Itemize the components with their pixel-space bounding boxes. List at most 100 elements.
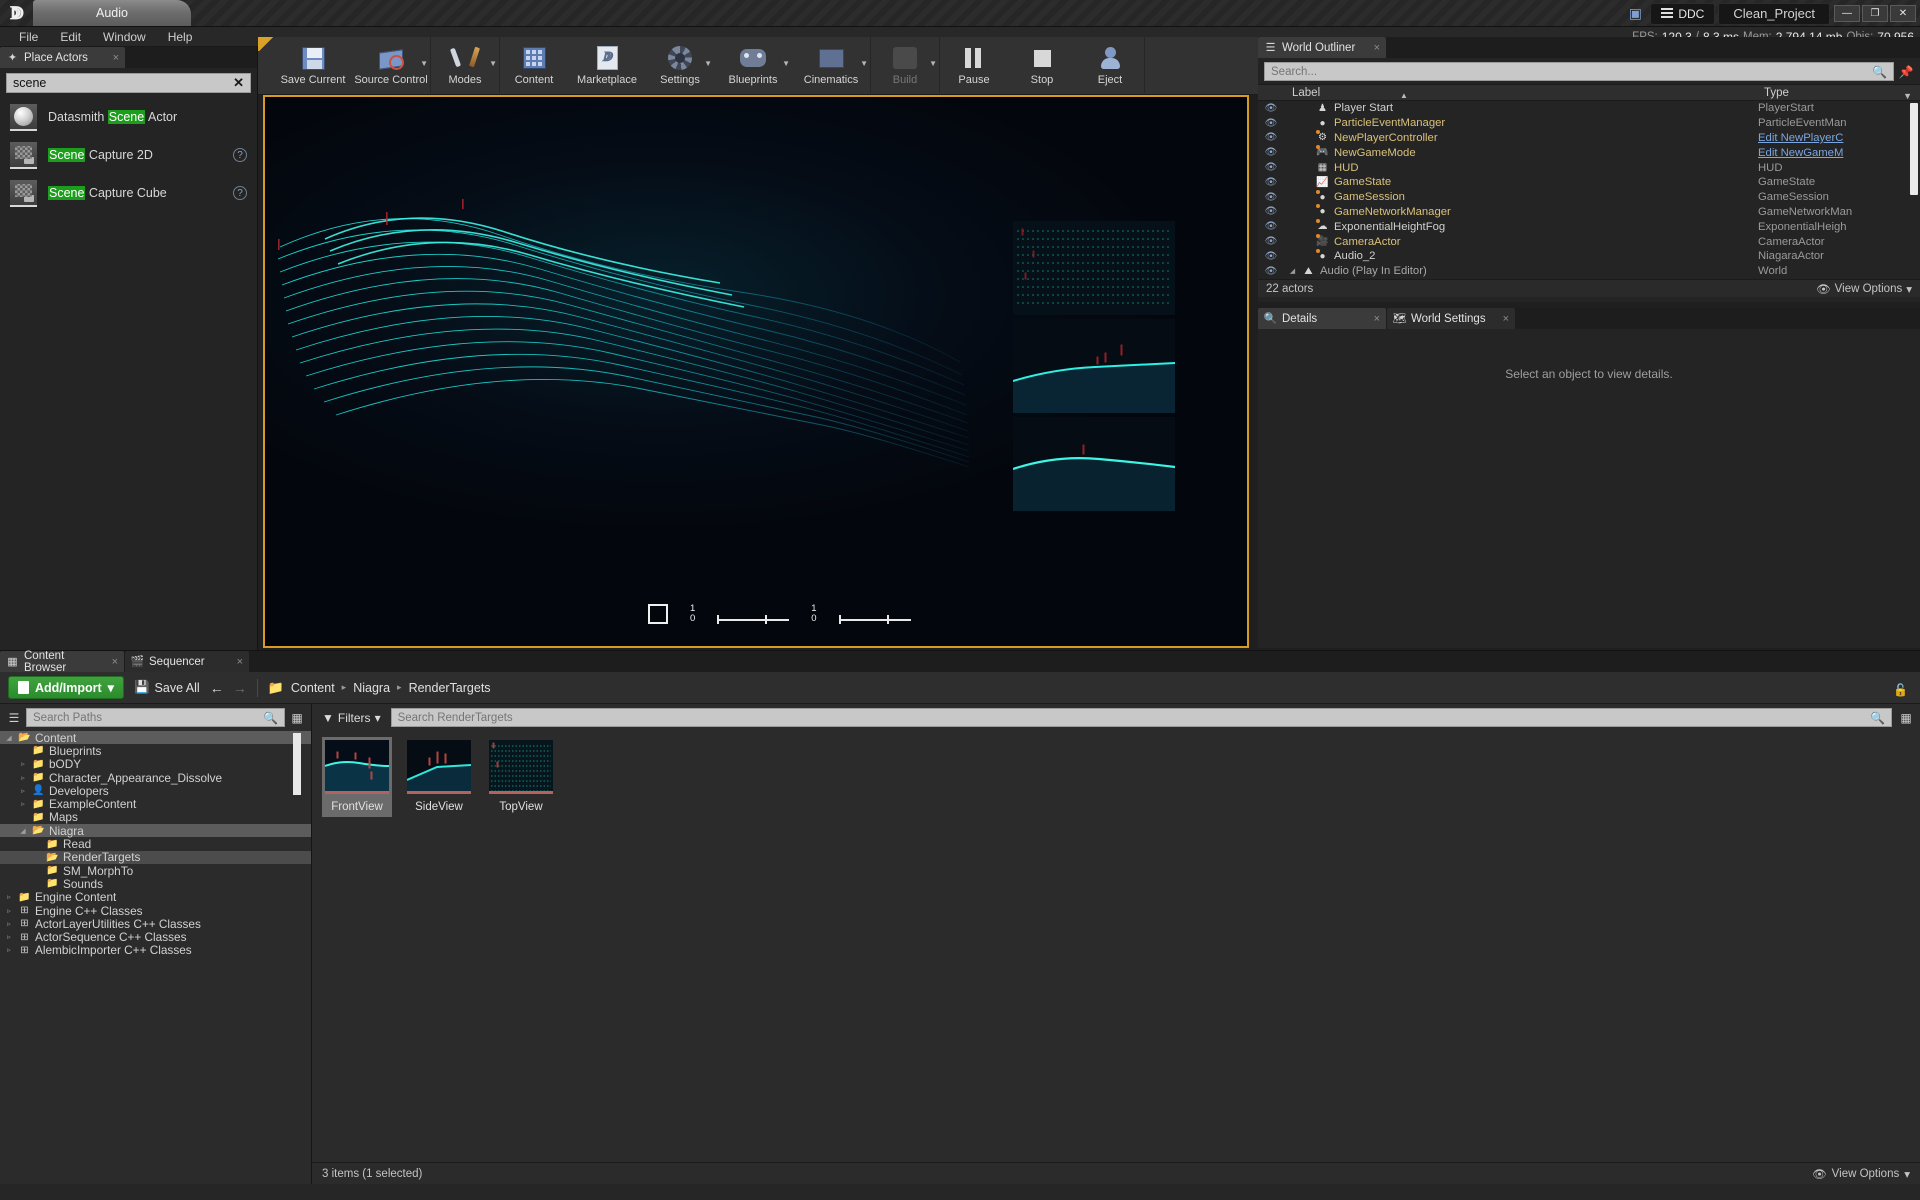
visibility-toggle-icon[interactable]: 👁 xyxy=(1258,192,1284,203)
close-button[interactable]: ✕ xyxy=(1890,5,1916,22)
filters-button[interactable]: ▼ Filters ▾ xyxy=(318,711,385,725)
outliner-row-type[interactable]: Edit NewGameM xyxy=(1758,147,1920,159)
tab-world-outliner[interactable]: ☰ World Outliner × xyxy=(1258,37,1386,58)
outliner-row[interactable]: 👁 ● ParticleEventManager ParticleEventMan xyxy=(1258,116,1920,131)
search-input[interactable] xyxy=(13,76,234,90)
content-button[interactable]: Content xyxy=(500,37,568,93)
back-button[interactable]: ← xyxy=(210,680,224,696)
expand-twisty-icon[interactable]: ▹ xyxy=(4,946,14,954)
outliner-row[interactable]: 👁 ⚙ NewPlayerController Edit NewPlayerC xyxy=(1258,130,1920,146)
asset-search[interactable]: 🔍 xyxy=(390,708,1892,727)
folder-tree-item[interactable]: ◢ 📂 Niagra xyxy=(0,824,311,838)
marketplace-button[interactable]: ↇ Marketplace xyxy=(568,37,646,93)
folder-tree-item[interactable]: 📁 Blueprints xyxy=(0,744,311,758)
visibility-toggle-icon[interactable]: 👁 xyxy=(1258,132,1284,143)
eject-button[interactable]: Eject xyxy=(1076,37,1144,93)
visibility-toggle-icon[interactable]: 👁 xyxy=(1258,221,1284,232)
close-icon[interactable]: × xyxy=(1374,42,1380,54)
tree-list-icon[interactable]: ☰ xyxy=(6,710,22,726)
scrollbar[interactable] xyxy=(293,733,301,795)
outliner-row[interactable]: 👁 ◢ ⛰ Audio (Play In Editor) World xyxy=(1258,264,1920,279)
close-icon[interactable]: × xyxy=(1374,313,1380,325)
save-current-button[interactable]: Save Current xyxy=(274,37,352,93)
close-icon[interactable]: × xyxy=(237,656,243,668)
outliner-row-type[interactable]: Edit NewPlayerC xyxy=(1758,132,1920,144)
view-list-icon[interactable]: ▦ xyxy=(1898,710,1914,726)
chevron-down-icon[interactable]: ▼ xyxy=(860,59,868,68)
expand-twisty-icon[interactable]: ◢ xyxy=(18,827,28,835)
outliner-row[interactable]: 👁 ☁ ExponentialHeightFog ExponentialHeigh xyxy=(1258,219,1920,234)
chevron-down-icon[interactable]: ▼ xyxy=(704,59,712,68)
expand-twisty-icon[interactable]: ▹ xyxy=(4,893,14,901)
close-icon[interactable]: × xyxy=(113,52,119,64)
folder-tree-item[interactable]: ▹ 📁 Character_Appearance_Dissolve xyxy=(0,771,311,785)
folder-tree-item[interactable]: ▹ 📁 bODY xyxy=(0,757,311,771)
list-item[interactable]: Datasmith Scene Actor xyxy=(0,98,257,136)
breadcrumb-item-content[interactable]: Content xyxy=(291,681,335,695)
visibility-toggle-icon[interactable]: 👁 xyxy=(1258,266,1284,277)
visibility-toggle-icon[interactable]: 👁 xyxy=(1258,177,1284,188)
outliner-search[interactable]: 🔍 xyxy=(1264,62,1894,81)
chevron-down-icon[interactable]: ▼ xyxy=(929,59,937,68)
clear-icon[interactable]: ✕ xyxy=(233,75,244,91)
search-input[interactable] xyxy=(1271,65,1873,78)
search-icon[interactable]: 🔍 xyxy=(1870,711,1885,725)
minimize-button[interactable]: — xyxy=(1834,5,1860,22)
cube-icon[interactable]: ▣ xyxy=(1620,1,1650,27)
view-options-button[interactable]: 👁 View Options ▾ xyxy=(1816,282,1912,296)
tab-world-settings[interactable]: 🗺 World Settings × xyxy=(1387,308,1515,329)
menu-item-help[interactable]: Help xyxy=(157,27,204,47)
folder-tree-item[interactable]: ▹ 👤 Developers xyxy=(0,784,311,798)
stop-button[interactable]: Stop xyxy=(1008,37,1076,93)
search-icon[interactable]: 🔍 xyxy=(1872,65,1887,79)
folder-tree-item[interactable]: 📁 Read xyxy=(0,837,311,851)
lock-icon[interactable]: 🔓 xyxy=(1893,683,1908,697)
folder-tree-item[interactable]: 📁 Sounds xyxy=(0,877,311,891)
search-input[interactable] xyxy=(397,711,1871,724)
outliner-row[interactable]: 👁 ● GameNetworkManager GameNetworkMan xyxy=(1258,204,1920,220)
place-actors-search[interactable]: ✕ xyxy=(6,73,251,93)
expand-twisty-icon[interactable]: ▹ xyxy=(4,920,14,928)
pause-button[interactable]: Pause xyxy=(940,37,1008,93)
expand-twisty-icon[interactable]: ▹ xyxy=(18,800,28,808)
close-icon[interactable]: × xyxy=(112,656,118,668)
asset-tile[interactable]: FrontView xyxy=(322,737,392,817)
tab-place-actors[interactable]: ✦ Place Actors × xyxy=(0,47,125,68)
paths-search[interactable]: 🔍 xyxy=(26,708,285,727)
outliner-row[interactable]: 👁 ♟ Player Start PlayerStart xyxy=(1258,101,1920,116)
outliner-row[interactable]: 👁 ● GameSession GameSession xyxy=(1258,189,1920,205)
visibility-toggle-icon[interactable]: 👁 xyxy=(1258,236,1284,247)
expand-twisty-icon[interactable]: ▹ xyxy=(18,787,28,795)
asset-tile[interactable]: SideView xyxy=(404,737,474,817)
folder-tree-item[interactable]: ▹ 📁 ExampleContent xyxy=(0,797,311,811)
source-control-button[interactable]: Source Control ▼ xyxy=(352,37,430,93)
build-button[interactable]: Build ▼ xyxy=(871,37,939,93)
blueprints-button[interactable]: Blueprints ▼ xyxy=(714,37,792,93)
tab-details[interactable]: 🔍 Details × xyxy=(1258,308,1386,329)
chevron-down-icon[interactable]: ▼ xyxy=(420,59,428,68)
folder-tree-item[interactable]: ▹ 📁 Engine Content xyxy=(0,890,311,904)
list-item[interactable]: Scene Capture Cube ? xyxy=(0,174,257,212)
expand-twisty-icon[interactable]: ◢ xyxy=(1288,267,1297,275)
breadcrumb-item-rendertargets[interactable]: RenderTargets xyxy=(409,681,491,695)
visibility-toggle-icon[interactable]: 👁 xyxy=(1258,147,1284,158)
view-list-icon[interactable]: ▦ xyxy=(289,710,305,726)
level-viewport[interactable]: 1 0 1 0 xyxy=(263,95,1249,648)
add-import-button[interactable]: Add/Import ▾ xyxy=(8,676,124,699)
search-icon[interactable]: 🔍 xyxy=(263,711,278,725)
help-icon[interactable]: ? xyxy=(233,148,247,162)
expand-twisty-icon[interactable]: ▹ xyxy=(18,774,28,782)
help-icon[interactable]: ? xyxy=(233,186,247,200)
menu-item-file[interactable]: File xyxy=(8,27,49,47)
outliner-row[interactable]: 👁 🎥 CameraActor CameraActor xyxy=(1258,234,1920,249)
visibility-toggle-icon[interactable]: 👁 xyxy=(1258,206,1284,217)
folder-tree-item[interactable]: 📁 SM_MorphTo xyxy=(0,864,311,878)
folder-tree-item[interactable]: ▹ ⊞ Engine C++ Classes xyxy=(0,904,311,918)
outliner-row[interactable]: 👁 ● Audio_2 NiagaraActor xyxy=(1258,248,1920,264)
expand-twisty-icon[interactable]: ▹ xyxy=(4,933,14,941)
view-options-button[interactable]: 👁 View Options ▾ xyxy=(1812,1167,1910,1181)
modes-button[interactable]: Modes ▼ xyxy=(431,37,499,93)
asset-tile[interactable]: TopView xyxy=(486,737,556,817)
forward-button[interactable]: → xyxy=(233,680,247,696)
chevron-down-icon[interactable]: ▼ xyxy=(782,59,790,68)
